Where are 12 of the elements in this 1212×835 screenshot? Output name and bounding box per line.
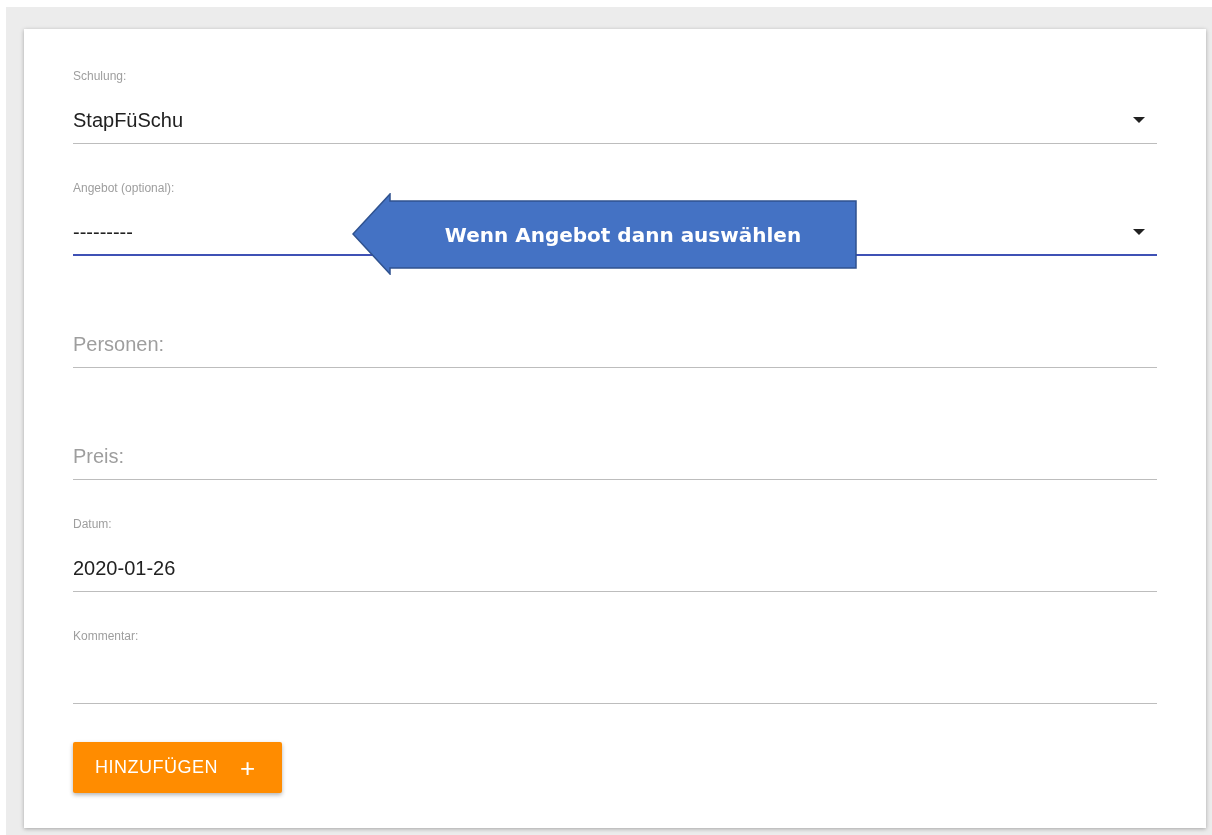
input-field[interactable]: 2020-01-26 [73, 550, 1157, 586]
dropdown-caret-icon[interactable] [1133, 117, 1145, 123]
field-label: Angebot (optional): [73, 180, 175, 196]
select-field[interactable]: StapFüSchu [73, 105, 184, 135]
input-field[interactable]: Personen: [73, 326, 1157, 362]
field-label: Datum: [73, 516, 112, 532]
field-label: Schulung: [73, 68, 127, 84]
select-field[interactable]: --------- [73, 217, 133, 247]
input-field[interactable]: Preis: [73, 438, 1157, 474]
field-label: Kommentar: [73, 628, 139, 644]
dropdown-caret-icon[interactable] [1133, 229, 1145, 235]
callout-text: Wenn Angebot dann auswählen [444, 221, 802, 248]
